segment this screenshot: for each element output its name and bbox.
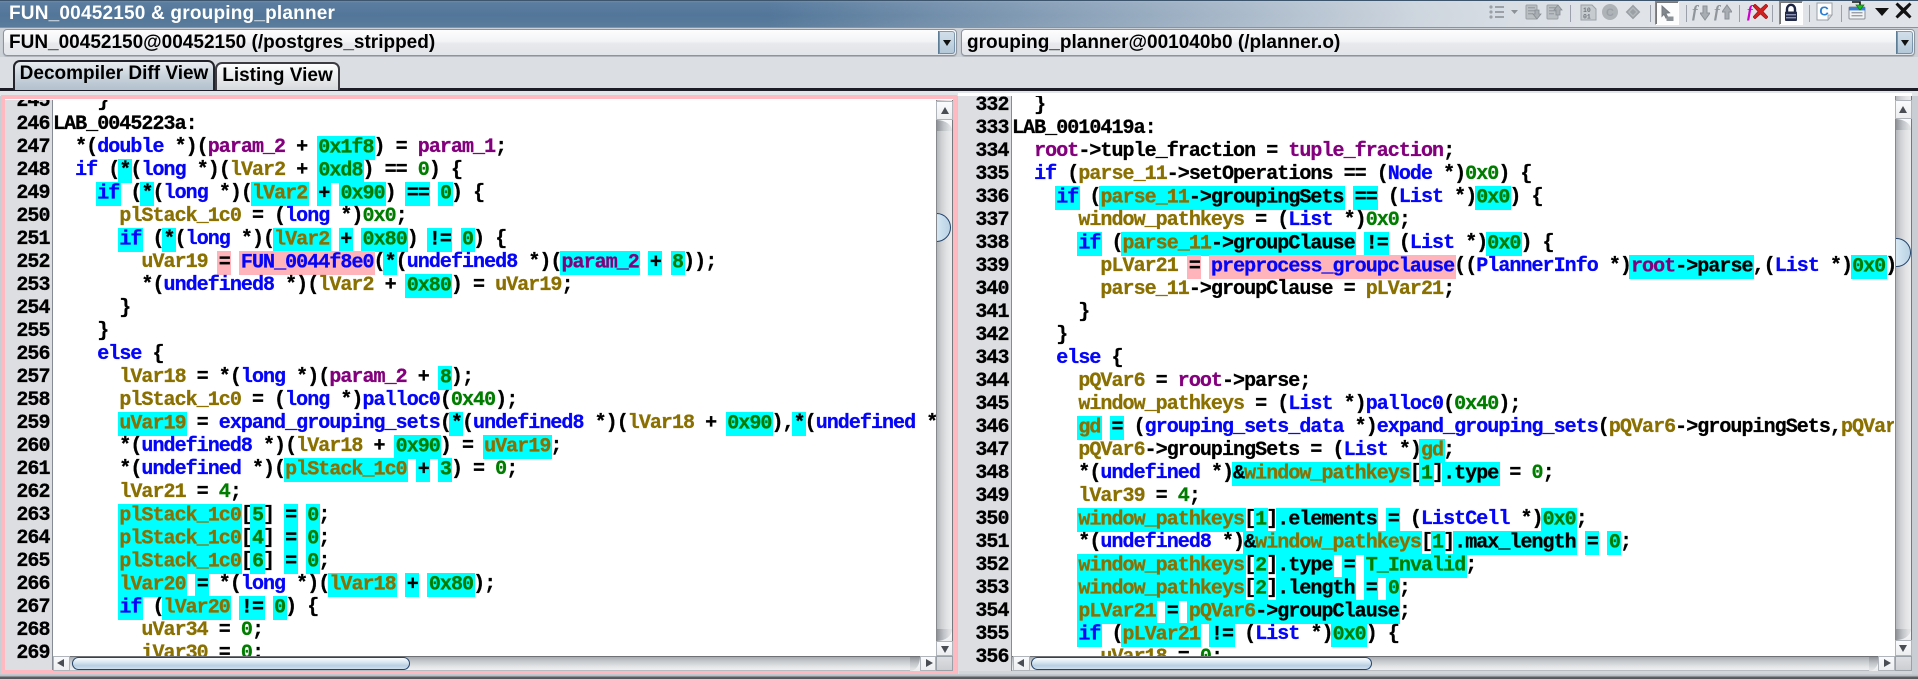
svg-text:C: C	[1606, 7, 1614, 19]
svg-text:01: 01	[1583, 14, 1591, 21]
svg-text:C: C	[1819, 4, 1829, 19]
